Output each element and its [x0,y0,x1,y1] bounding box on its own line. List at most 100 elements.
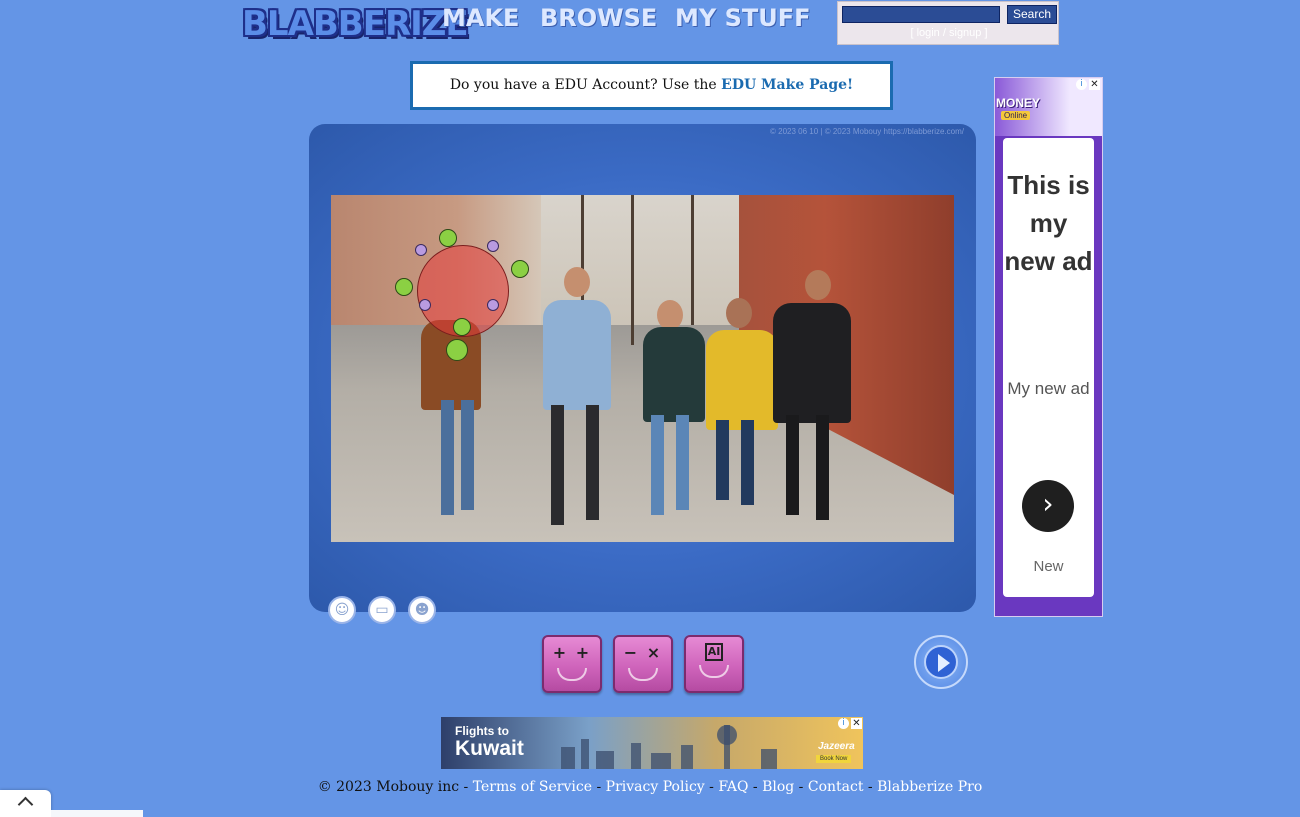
next-step-button[interactable] [914,635,968,689]
ai-detect-button[interactable]: AI [684,635,744,693]
footer-copyright: © 2023 Mobouy inc - [317,779,473,795]
person-head [805,270,831,300]
footer-separator: - [592,779,606,795]
person-head [726,298,752,328]
control-point-handle[interactable] [415,244,427,256]
bottom-ad-brand: Jazeera [818,741,855,752]
footer-link-terms[interactable]: Terms of Service [473,779,592,795]
nav-browse[interactable]: BROWSE [540,4,657,32]
bottom-ad-line2: Kuwait [455,737,524,760]
edu-banner: Do you have a EDU Account? Use the EDU M… [410,61,893,110]
person-green-sweater [643,327,705,422]
ad-skyline [581,739,589,769]
ad-close-icon[interactable]: ✕ [851,718,862,729]
auth-bracket-close: ] [984,27,988,39]
frame-tool-button[interactable]: ▭ [368,596,396,624]
footer-separator: - [794,779,808,795]
play-arrow-icon [924,645,958,679]
search-button[interactable]: Search [1007,5,1057,24]
ad-close-icon[interactable]: ✕ [1089,79,1100,90]
bottom-ad-line1: Flights to [455,724,509,738]
scroll-to-top-button[interactable] [0,790,51,817]
person-leg [551,405,564,525]
control-point-handle[interactable] [487,240,499,252]
ad-skyline [596,751,614,769]
person-head [657,300,683,330]
blabberize-logo[interactable]: BLABBERIZE [242,2,469,46]
control-point-handle[interactable] [487,299,499,311]
search-input[interactable] [842,6,1000,23]
ad-info-icon[interactable]: i [838,718,849,729]
person-leather-jacket [773,303,851,423]
footer-link-blog[interactable]: Blog [762,779,794,795]
editor-photo[interactable] [331,195,954,542]
mouth-control-overlay[interactable] [395,229,531,361]
chevron-up-icon [17,796,34,813]
person-leg [816,415,829,520]
person-denim-jacket [543,300,611,410]
mouth-icon [557,668,587,681]
mouth-icon [699,665,729,678]
login-link[interactable]: login [917,27,940,39]
footer-separator: - [704,779,719,795]
ad-skyline [761,749,777,769]
person-leg [441,400,454,515]
side-ad-card[interactable]: This is my new ad My new ad › New [1003,138,1094,597]
side-ad-headline: This is my new ad [1004,170,1093,276]
person-head [564,267,590,297]
photo-tree [691,195,694,325]
edu-banner-text: Do you have a EDU Account? Use the [449,77,722,93]
face-tool-button[interactable]: ☺ [328,596,356,624]
search-panel: Search [ login / signup ] [837,1,1059,45]
bottom-advertisement[interactable]: Flights to Kuwait Jazeera Book Now i ✕ [441,717,863,769]
remove-mouth-button[interactable]: − × [613,635,673,693]
footer-separator: - [863,779,878,795]
control-point-handle[interactable] [453,318,471,336]
minus-cross-icon: − × [623,643,663,662]
bottom-strip [51,810,143,817]
chevron-right-icon[interactable]: › [1022,480,1074,532]
plus-plus-icon: + + [552,643,592,662]
person-leg [461,400,474,510]
side-ad-money-text: MONEY [996,96,1041,110]
ad-tower [717,725,737,745]
ad-info-icon[interactable]: i [1076,79,1087,90]
person-leg [586,405,599,520]
control-point-handle[interactable] [419,299,431,311]
mouth-icon [628,668,658,681]
side-ad-banner: MONEY Online i ✕ [995,78,1102,136]
control-point-handle[interactable] [395,278,413,296]
image-copyright-stamp: © 2023 06 10 | © 2023 Mobouy https://bla… [770,127,964,136]
signup-link[interactable]: signup [949,27,981,39]
add-mouth-button[interactable]: + + [542,635,602,693]
side-ad-footer: New [1033,558,1064,575]
ad-skyline [561,747,575,769]
footer-link-contact[interactable]: Contact [808,779,864,795]
bottom-ad-cta-button[interactable]: Book Now [816,755,852,763]
footer-link-privacy[interactable]: Privacy Policy [606,779,705,795]
control-point-handle[interactable] [439,229,457,247]
edu-make-page-link[interactable]: EDU Make Page! [721,77,853,93]
face-tool-icon: ☺ [334,602,350,618]
mask-tool-button[interactable]: ☻ [408,596,436,624]
ad-skyline [651,753,671,769]
side-ad-body: My new ad [1007,379,1090,398]
mask-tool-icon: ☻ [414,602,430,618]
footer-link-pro[interactable]: Blabberize Pro [877,779,982,795]
nav-my-stuff[interactable]: MY STUFF [675,4,811,32]
auth-bracket-open: [ [910,27,914,39]
person-yellow-top [706,330,778,430]
side-ad-online-tag: Online [1001,111,1031,120]
control-point-handle[interactable] [511,260,529,278]
nav-make[interactable]: MAKE [442,4,519,32]
ad-skyline [681,745,693,769]
jaw-handle[interactable] [446,339,468,361]
person-leg [716,420,729,500]
side-advertisement[interactable]: MONEY Online i ✕ This is my new ad My ne… [994,77,1103,617]
footer-link-faq[interactable]: FAQ [718,779,748,795]
footer-separator: - [748,779,763,795]
ai-chip-icon: AI [705,643,723,661]
photo-tree [631,195,634,345]
editor-panel: © 2023 06 10 | © 2023 Mobouy https://bla… [309,124,976,624]
auth-links: [ login / signup ] [838,27,1060,39]
